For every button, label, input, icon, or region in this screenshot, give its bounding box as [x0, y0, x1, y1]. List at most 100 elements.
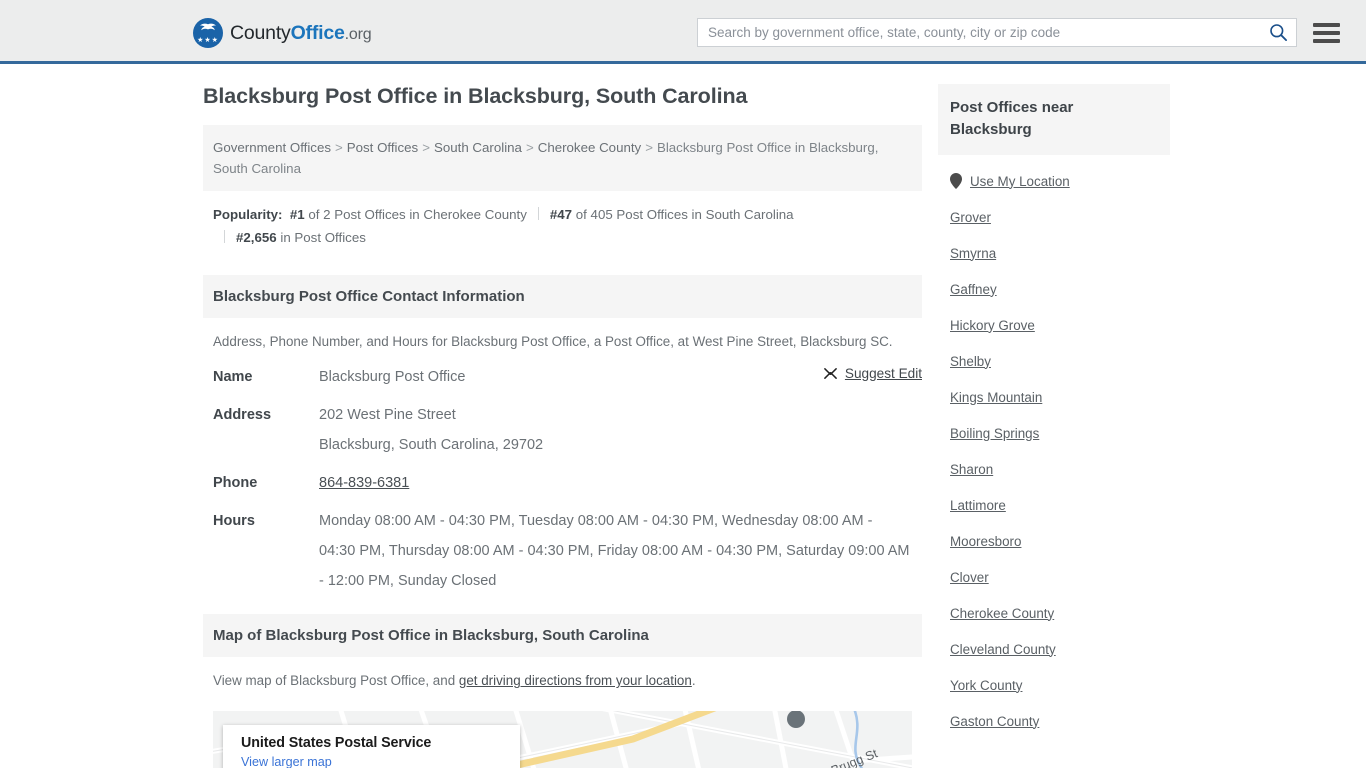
contact-description: Address, Phone Number, and Hours for Bla… [213, 334, 893, 349]
sidebar-link[interactable]: Kings Mountain [950, 390, 1042, 405]
sidebar-item-hickory-grove[interactable]: Hickory Grove [950, 307, 1170, 343]
search-area [697, 18, 1340, 47]
sidebar-item-kings-mountain[interactable]: Kings Mountain [950, 379, 1170, 415]
sidebar-item-gaston-county[interactable]: Gaston County [950, 703, 1170, 739]
stars-icon: ★★★ [197, 37, 219, 44]
page-title: Blacksburg Post Office in Blacksburg, So… [203, 84, 748, 108]
sidebar-item-york-county[interactable]: York County [950, 667, 1170, 703]
breadcrumb-separator: > [422, 140, 430, 155]
detail-row-address: Address 202 West Pine Street Blacksburg,… [213, 400, 912, 460]
sidebar-list: Use My Location Grover Smyrna Gaffney Hi… [938, 155, 1170, 739]
breadcrumb-item-south-carolina[interactable]: South Carolina [434, 140, 522, 155]
sidebar: Post Offices near Blacksburg Use My Loca… [938, 84, 1170, 739]
sidebar-item-smyrna[interactable]: Smyrna [950, 235, 1170, 271]
sidebar-item-clover[interactable]: Clover [950, 559, 1170, 595]
hamburger-bar [1313, 30, 1340, 35]
detail-value-hours: Monday 08:00 AM - 04:30 PM, Tuesday 08:0… [319, 513, 910, 589]
contact-detail-table: Suggest Edit Name Blacksburg Post Office… [203, 362, 922, 596]
logo-text-county: County [230, 21, 291, 44]
hamburger-bar [1313, 22, 1340, 27]
sidebar-item-cleveland-county[interactable]: Cleveland County [950, 631, 1170, 667]
sidebar-item-cherokee-county[interactable]: Cherokee County [950, 595, 1170, 631]
popularity-text-national: in Post Offices [280, 230, 366, 245]
breadcrumb-item-post-offices[interactable]: Post Offices [347, 140, 418, 155]
sidebar-item-gaffney[interactable]: Gaffney [950, 271, 1170, 307]
map-description: View map of Blacksburg Post Office, and … [203, 657, 922, 701]
main-content: Blacksburg Post Office in Blacksburg, So… [203, 84, 922, 768]
detail-value-phone: 864-839-6381 [319, 468, 409, 498]
popularity-divider [224, 230, 225, 243]
sidebar-item-grover[interactable]: Grover [950, 199, 1170, 235]
sidebar-link[interactable]: Cleveland County [950, 642, 1056, 657]
hamburger-menu-icon[interactable] [1313, 22, 1340, 43]
search-box[interactable] [697, 18, 1298, 47]
eagle-seal-logo-icon: ★★★ [193, 18, 223, 48]
search-icon[interactable] [1269, 23, 1288, 42]
eagle-icon [200, 23, 216, 31]
detail-label: Address [213, 407, 272, 423]
sidebar-link[interactable]: Sharon [950, 462, 993, 477]
sidebar-link[interactable]: Lattimore [950, 498, 1006, 513]
phone-link[interactable]: 864-839-6381 [319, 475, 409, 491]
popularity-label: Popularity: [213, 207, 283, 222]
sidebar-link[interactable]: Gaffney [950, 282, 997, 297]
popularity-divider [537, 207, 539, 220]
detail-label: Phone [213, 475, 258, 491]
map-embed[interactable]: Gordon Mortuary Cherokee County Public L… [213, 711, 912, 768]
address-line-2: Blacksburg, South Carolina, 29702 [319, 437, 544, 453]
detail-label: Hours [213, 513, 255, 529]
sidebar-link[interactable]: Cherokee County [950, 606, 1054, 621]
logo-text-office: Office [290, 21, 345, 44]
address-line-1: 202 West Pine Street [319, 407, 456, 423]
sidebar-item-shelby[interactable]: Shelby [950, 343, 1170, 379]
popularity-text-county: of 2 Post Offices in Cherokee County [308, 207, 527, 222]
driving-directions-link[interactable]: get driving directions from your locatio… [459, 673, 692, 688]
sidebar-link[interactable]: Smyrna [950, 246, 996, 261]
sidebar-link[interactable]: York County [950, 678, 1022, 693]
contact-section-heading: Blacksburg Post Office Contact Informati… [203, 275, 922, 318]
logo-wordmark: CountyOffice.org [230, 21, 372, 45]
location-pin-icon [950, 173, 962, 189]
edit-pencil-icon [824, 368, 837, 379]
sidebar-link[interactable]: Clover [950, 570, 989, 585]
sidebar-link[interactable]: Boiling Springs [950, 426, 1039, 441]
sidebar-item-mooresboro[interactable]: Mooresboro [950, 523, 1170, 559]
map-card-title: United States Postal Service [241, 735, 432, 751]
sidebar-link[interactable]: Gaston County [950, 714, 1039, 729]
hamburger-bar [1313, 38, 1340, 43]
suggest-edit-button[interactable]: Suggest Edit [823, 366, 922, 381]
sidebar-link[interactable]: Mooresboro [950, 534, 1021, 549]
map-desc-before: View map of Blacksburg Post Office, and [213, 673, 459, 688]
map-info-card[interactable]: United States Postal Service View larger… [223, 725, 520, 768]
breadcrumb-panel: Government Offices > Post Offices > South Ca… [203, 125, 922, 191]
site-logo[interactable]: ★★★ CountyOffice.org [193, 18, 372, 48]
view-larger-map-link[interactable]: View larger map [241, 755, 520, 768]
popularity-rank-county: #1 [289, 207, 305, 222]
breadcrumb-item-government-offices[interactable]: Government Offices [213, 140, 331, 155]
sidebar-link[interactable]: Hickory Grove [950, 318, 1035, 333]
detail-value-name: Blacksburg Post Office [319, 369, 466, 385]
breadcrumb: Government Offices > Post Offices > South Ca… [213, 137, 912, 179]
sidebar-heading: Post Offices near Blacksburg [938, 84, 1170, 155]
breadcrumb-separator: > [335, 140, 343, 155]
breadcrumb-item-cherokee-county[interactable]: Cherokee County [538, 140, 641, 155]
popularity-row: Popularity: #1 of 2 Post Offices in Cher… [203, 191, 922, 257]
map-desc-after: . [691, 673, 696, 688]
suggest-edit-label: Suggest Edit [844, 366, 922, 381]
use-my-location-link[interactable]: Use My Location [970, 174, 1070, 189]
detail-value-address: 202 West Pine Street Blacksburg, South C… [319, 400, 543, 460]
detail-row-name: Name Blacksburg Post Office [213, 362, 912, 392]
search-input[interactable] [698, 19, 1268, 46]
sidebar-item-use-my-location[interactable]: Use My Location [950, 163, 1170, 199]
breadcrumb-separator: > [645, 140, 653, 155]
sidebar-link[interactable]: Shelby [950, 354, 991, 369]
site-header: ★★★ CountyOffice.org [0, 0, 1366, 64]
sidebar-item-lattimore[interactable]: Lattimore [950, 487, 1170, 523]
sidebar-item-sharon[interactable]: Sharon [950, 451, 1170, 487]
sidebar-item-boiling-springs[interactable]: Boiling Springs [950, 415, 1170, 451]
sidebar-link[interactable]: Grover [950, 210, 991, 225]
map-section-heading: Map of Blacksburg Post Office in Blacksb… [203, 614, 922, 657]
popularity-text-state: of 405 Post Offices in South Carolina [575, 207, 794, 222]
breadcrumb-separator: > [525, 140, 534, 155]
detail-row-hours: Hours Monday 08:00 AM - 04:30 PM, Tuesda… [213, 506, 912, 596]
